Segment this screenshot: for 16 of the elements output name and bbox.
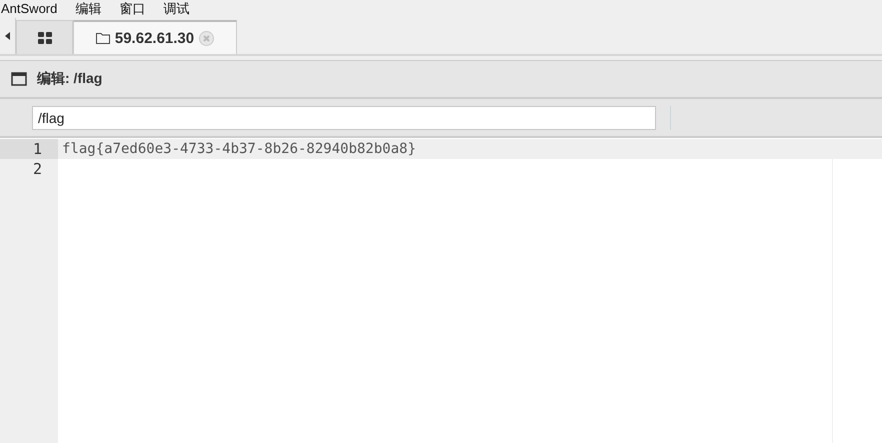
panel-title: 编辑: /flag (37, 70, 102, 88)
menu-item[interactable]: 编辑 (75, 0, 102, 17)
grid-icon (38, 32, 52, 44)
code-line: flag{a7ed60e3-4733-4b37-8b26-82940b82b0a8} (62, 141, 416, 157)
menu-item[interactable]: 窗口 (119, 0, 146, 17)
folder-icon (96, 32, 110, 44)
home-tab[interactable] (16, 20, 73, 54)
window-icon (11, 72, 27, 86)
host-tab[interactable]: 59.62.61.30 (73, 20, 237, 54)
line-number: 1 (0, 139, 58, 159)
line-number: 2 (32, 159, 43, 179)
menu-item[interactable]: 调试 (163, 0, 190, 17)
path-field[interactable]: /flag (32, 106, 656, 130)
left-triangle-icon (5, 32, 10, 40)
code-editor[interactable]: 1 2 flag{a7ed60e3-4733-4b37-8b26-82940b82b0a8} (0, 138, 882, 443)
menu-item[interactable]: AntSword (1, 0, 58, 17)
